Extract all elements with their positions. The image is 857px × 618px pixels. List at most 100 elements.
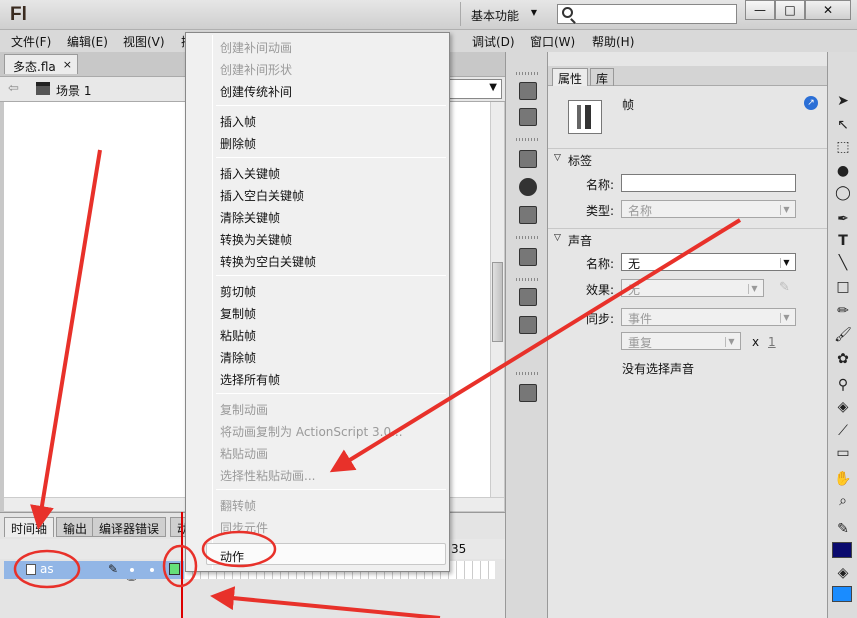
menu-item-copy-motion[interactable]: 复制动画 (220, 401, 268, 418)
menu-item-insert-keyframe[interactable]: 插入关键帧 (220, 165, 280, 182)
repeat-x-label: x (752, 335, 760, 349)
menu-item-cut-frames[interactable]: 剪切帧 (220, 283, 256, 300)
panel-grip[interactable] (516, 278, 540, 281)
menu-help[interactable]: 帮助(H) (592, 33, 634, 50)
menu-item-copy-motion-as-as3[interactable]: 将动画复制为 ActionScript 3.0... (220, 423, 403, 440)
menu-item-convert-to-blank-keyframe[interactable]: 转换为空白关键帧 (220, 253, 316, 270)
selection-tool-icon[interactable]: ➤ (834, 92, 852, 110)
workspace-switcher[interactable]: 基本功能 ▼ (460, 2, 545, 26)
menu-view[interactable]: 视图(V) (123, 33, 165, 50)
menu-item-insert-frame[interactable]: 插入帧 (220, 113, 256, 130)
stroke-color-swatch[interactable] (832, 542, 852, 558)
pen-tool-icon[interactable]: ✒ (834, 210, 852, 228)
menu-item-reverse-frames[interactable]: 翻转帧 (220, 497, 256, 514)
tab-compiler-errors[interactable]: 编译器错误 (92, 517, 167, 537)
panel-grip[interactable] (516, 138, 540, 141)
menu-item-sync-symbols[interactable]: 同步元件 (220, 519, 268, 536)
no-sound-label: 没有选择声音 (622, 362, 695, 376)
chevron-down-icon: ▼ (780, 258, 792, 268)
eraser-icon[interactable]: ▭ (834, 444, 852, 462)
search-input[interactable] (557, 4, 737, 24)
visibility-dot[interactable] (130, 568, 134, 572)
tab-library[interactable]: 库 (590, 68, 615, 86)
menu-item-insert-blank-keyframe[interactable]: 插入空白关键帧 (220, 187, 304, 204)
menu-item-paste-motion[interactable]: 粘贴动画 (220, 445, 268, 462)
edit-envelope-icon[interactable]: ✎ (779, 280, 790, 295)
menu-item-select-all-frames[interactable]: 选择所有帧 (220, 371, 280, 388)
effect-select[interactable]: 无 ▼ (621, 279, 764, 297)
deco-tool-icon[interactable]: ✿ (834, 350, 852, 368)
chevron-down-icon: ▼ (748, 284, 760, 294)
menu-item-paste-frames[interactable]: 粘贴帧 (220, 327, 256, 344)
menu-edit[interactable]: 编辑(E) (67, 33, 108, 50)
scrollbar-thumb[interactable] (492, 262, 503, 342)
menu-item-remove-frames[interactable]: 删除帧 (220, 135, 256, 152)
movie-explorer-icon[interactable] (519, 384, 537, 402)
hand-tool-icon[interactable]: ✋ (834, 470, 852, 488)
menu-debug[interactable]: 调试(D) (472, 33, 515, 50)
minimize-button[interactable]: — (745, 0, 775, 20)
rectangle-tool-icon[interactable]: □ (834, 278, 852, 296)
pencil-tool-icon[interactable]: ✏ (834, 302, 852, 320)
sound-name-select[interactable]: 无 ▼ (621, 253, 796, 271)
paint-bucket-icon[interactable]: ◈ (834, 398, 852, 416)
fill-color-swatch[interactable] (832, 586, 852, 602)
help-icon[interactable]: ↗ (804, 96, 818, 110)
color-palette-icon[interactable] (519, 82, 537, 100)
info-icon[interactable] (519, 178, 537, 196)
tab-properties[interactable]: 属性 (552, 68, 589, 86)
zoom-tool-icon[interactable]: ⌕ (834, 492, 852, 510)
lasso-icon[interactable]: ◯ (834, 184, 852, 202)
menu-item-paste-motion-special[interactable]: 选择性粘贴动画... (220, 467, 315, 484)
maximize-button[interactable]: □ (775, 0, 805, 20)
transform-icon[interactable] (519, 206, 537, 224)
menu-item-convert-to-keyframe[interactable]: 转换为关键帧 (220, 231, 292, 248)
label-section-header[interactable]: ▽ 标签 (548, 148, 828, 168)
menu-item-copy-frames[interactable]: 复制帧 (220, 305, 256, 322)
menu-item-clear-frames[interactable]: 清除帧 (220, 349, 256, 366)
repeat-select[interactable]: 重复 ▼ (621, 332, 741, 350)
eyedropper-icon[interactable]: ⟋ (834, 422, 852, 440)
3d-rotation-icon[interactable]: ● (834, 162, 852, 180)
vertical-scrollbar[interactable] (490, 102, 504, 497)
components-icon[interactable] (519, 316, 537, 334)
swatches-icon[interactable] (519, 108, 537, 126)
menu-item-create-shape-tween[interactable]: 创建补间形状 (220, 61, 292, 78)
text-tool-icon[interactable]: T (834, 232, 852, 250)
back-arrow-icon[interactable]: ⇦ (8, 81, 19, 96)
free-transform-icon[interactable]: ⬚ (834, 138, 852, 156)
frame-name-field[interactable] (621, 174, 796, 192)
layer-color-box[interactable] (169, 563, 180, 575)
align-icon[interactable] (519, 150, 537, 168)
lock-dot[interactable] (150, 568, 154, 572)
document-tab[interactable]: 多态.fla × (4, 54, 78, 74)
menu-file[interactable]: 文件(F) (11, 33, 51, 50)
layer-name: as (40, 562, 54, 576)
code-snippets-icon[interactable] (519, 248, 537, 266)
tab-timeline[interactable]: 时间轴 (4, 517, 55, 537)
layer-row[interactable]: as ✎ (4, 561, 184, 579)
menu-separator (216, 105, 446, 106)
menu-item-actions[interactable]: 动作 (220, 548, 244, 565)
zoom-dropdown[interactable]: ▼ (448, 79, 502, 99)
label-type-select[interactable]: 名称 ▼ (621, 200, 796, 218)
menu-item-clear-keyframe[interactable]: 清除关键帧 (220, 209, 280, 226)
sync-select[interactable]: 事件 ▼ (621, 308, 796, 326)
panel-grip[interactable] (516, 372, 540, 375)
menu-item-create-motion-tween[interactable]: 创建补间动画 (220, 39, 292, 56)
tab-output[interactable]: 输出 (56, 517, 95, 537)
panel-grip[interactable] (516, 236, 540, 239)
actions-icon[interactable] (519, 288, 537, 306)
close-button[interactable]: ✕ (805, 0, 851, 20)
close-icon[interactable]: × (63, 58, 72, 71)
subselection-tool-icon[interactable]: ↖ (834, 116, 852, 134)
panel-grip[interactable] (516, 72, 540, 75)
brush-tool-icon[interactable]: 🖌 (834, 326, 852, 344)
line-tool-icon[interactable]: ╲ (834, 254, 852, 272)
menu-item-create-classic-tween[interactable]: 创建传统补间 (220, 83, 292, 100)
bone-tool-icon[interactable]: ⚲ (834, 376, 852, 394)
repeat-count[interactable]: 1 (768, 335, 776, 349)
menu-window[interactable]: 窗口(W) (530, 33, 575, 50)
playhead[interactable] (181, 512, 183, 618)
sound-section-header[interactable]: ▽ 声音 (548, 228, 828, 248)
